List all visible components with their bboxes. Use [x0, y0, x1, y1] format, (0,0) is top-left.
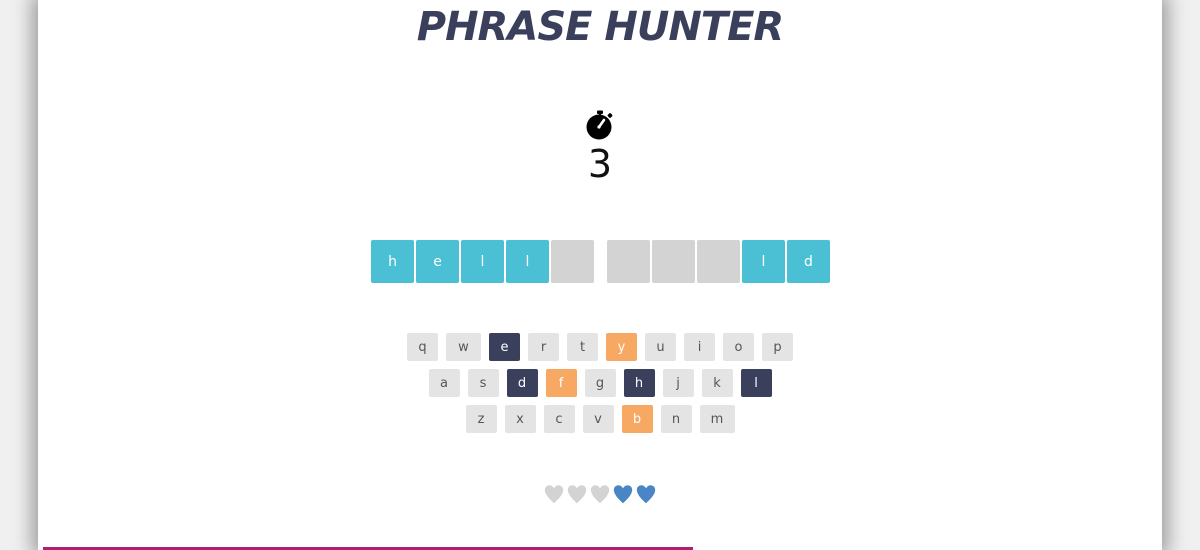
phrase-letter [551, 240, 594, 283]
phrase-letter: l [461, 240, 504, 283]
lost-heart-icon [544, 485, 564, 504]
key-c[interactable]: c [543, 405, 575, 433]
phrase-board: hell ld [371, 240, 830, 283]
key-i[interactable]: i [684, 333, 715, 361]
timer-value: 3 [587, 142, 613, 186]
phrase-letter [697, 240, 740, 283]
game-container: PHRASE HUNTER 3 hell ld qwertyuiopasdfgh… [38, 0, 1162, 550]
phrase-letter [652, 240, 695, 283]
key-k[interactable]: k [701, 369, 733, 397]
phrase-letter: d [787, 240, 830, 283]
key-u[interactable]: u [645, 333, 676, 361]
key-q[interactable]: q [407, 333, 438, 361]
phrase-space [596, 240, 605, 283]
phrase-letter [607, 240, 650, 283]
key-v[interactable]: v [582, 405, 614, 433]
key-z[interactable]: z [465, 405, 497, 433]
game-title: PHRASE HUNTER [416, 4, 784, 50]
keyboard: qwertyuiop asdfghjkl zxcvbnm [38, 333, 1162, 441]
key-x[interactable]: x [504, 405, 536, 433]
phrase-letter: e [416, 240, 459, 283]
phrase-letter: l [506, 240, 549, 283]
key-b[interactable]: b [621, 405, 653, 433]
key-y[interactable]: y [606, 333, 637, 361]
key-o[interactable]: o [723, 333, 754, 361]
key-p[interactable]: p [762, 333, 793, 361]
key-d[interactable]: d [506, 369, 538, 397]
lost-heart-icon [567, 485, 587, 504]
phrase-letter: h [371, 240, 414, 283]
lives-display [543, 482, 657, 506]
key-n[interactable]: n [660, 405, 692, 433]
key-h[interactable]: h [623, 369, 655, 397]
key-e[interactable]: e [489, 333, 520, 361]
key-w[interactable]: w [446, 333, 481, 361]
key-j[interactable]: j [662, 369, 694, 397]
stopwatch-icon [586, 110, 613, 140]
key-g[interactable]: g [584, 369, 616, 397]
live-heart-icon [613, 485, 633, 504]
key-m[interactable]: m [699, 405, 735, 433]
key-l[interactable]: l [740, 369, 772, 397]
key-t[interactable]: t [567, 333, 598, 361]
page: PHRASE HUNTER 3 hell ld qwertyuiopasdfgh… [0, 0, 1200, 550]
key-s[interactable]: s [467, 369, 499, 397]
key-a[interactable]: a [428, 369, 460, 397]
keyboard-row: zxcvbnm [38, 405, 1162, 433]
key-f[interactable]: f [545, 369, 577, 397]
keyboard-row: qwertyuiop [38, 333, 1162, 361]
phrase-letter: l [742, 240, 785, 283]
key-r[interactable]: r [528, 333, 559, 361]
live-heart-icon [636, 485, 656, 504]
lost-heart-icon [590, 485, 610, 504]
keyboard-row: asdfghjkl [38, 369, 1162, 397]
